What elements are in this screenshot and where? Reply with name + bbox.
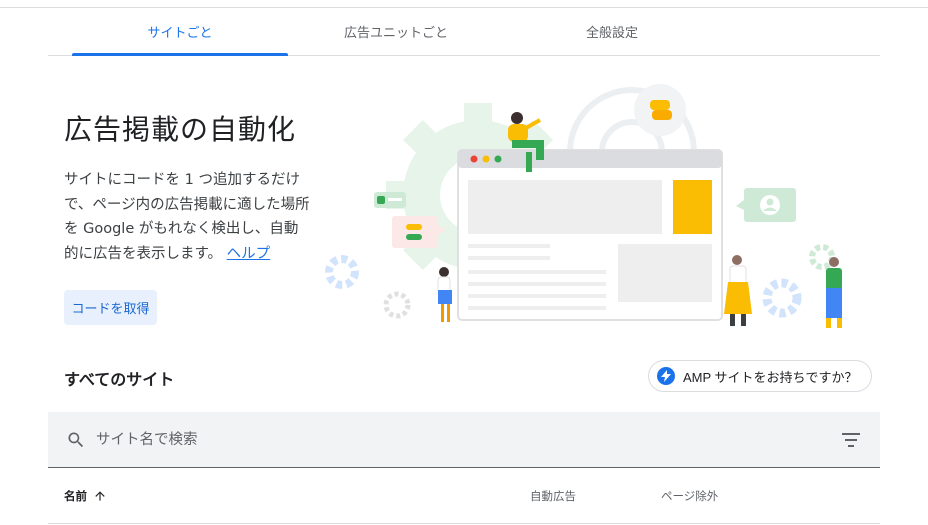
amp-site-button[interactable]: AMP サイトをお持ちですか？ (648, 360, 872, 392)
site-search-input[interactable] (96, 428, 796, 452)
filter-icon[interactable] (842, 432, 862, 448)
auto-ads-illustration (325, 84, 842, 328)
ad-slot (673, 180, 712, 234)
gear-icon (383, 291, 411, 319)
tab-by-site[interactable]: サイトごと (72, 8, 288, 55)
page-title: 広告掲載の自動化 (64, 113, 297, 146)
tab-bar: サイトごと 広告ユニットごと 全般設定 (48, 8, 880, 56)
hero-description-text: サイトにコードを 1 つ追加するだけで、ページ内の広告掲載に適した場所を Goo… (64, 172, 310, 262)
lightning-bolt-icon (657, 367, 675, 385)
arrow-up-icon (95, 491, 105, 501)
hero-description: サイトにコードを 1 つ追加するだけで、ページ内の広告掲載に適した場所を Goo… (64, 168, 310, 266)
chat-bubble-green (374, 192, 406, 208)
gear-icon (762, 278, 802, 318)
column-header-name[interactable]: 名前 (64, 488, 107, 504)
person-figure-chef (724, 255, 752, 326)
all-sites-heading: すべてのサイト (64, 370, 175, 389)
search-icon[interactable] (66, 430, 86, 450)
table-divider (48, 523, 880, 524)
amp-button-label: AMP サイトをお持ちですか？ (683, 369, 858, 385)
chat-bubble-red (392, 216, 446, 248)
person-figure-standing-left (437, 267, 452, 322)
browser-window (457, 149, 723, 321)
column-header-name-label: 名前 (64, 489, 87, 503)
tab-general-settings[interactable]: 全般設定 (504, 8, 720, 55)
user-avatar-bubble (736, 188, 796, 222)
column-header-page-exclusions[interactable]: ページ除外 (661, 488, 718, 504)
help-link[interactable]: ヘルプ (227, 246, 271, 262)
gear-icon (809, 244, 835, 270)
site-search-bar (48, 412, 880, 468)
tab-by-ad-unit[interactable]: 広告ユニットごと (288, 8, 504, 55)
get-code-button[interactable]: コードを取得 (64, 290, 157, 325)
gear-icon (325, 255, 359, 289)
column-header-auto-ads[interactable]: 自動広告 (530, 488, 576, 504)
active-tab-indicator (72, 53, 288, 56)
